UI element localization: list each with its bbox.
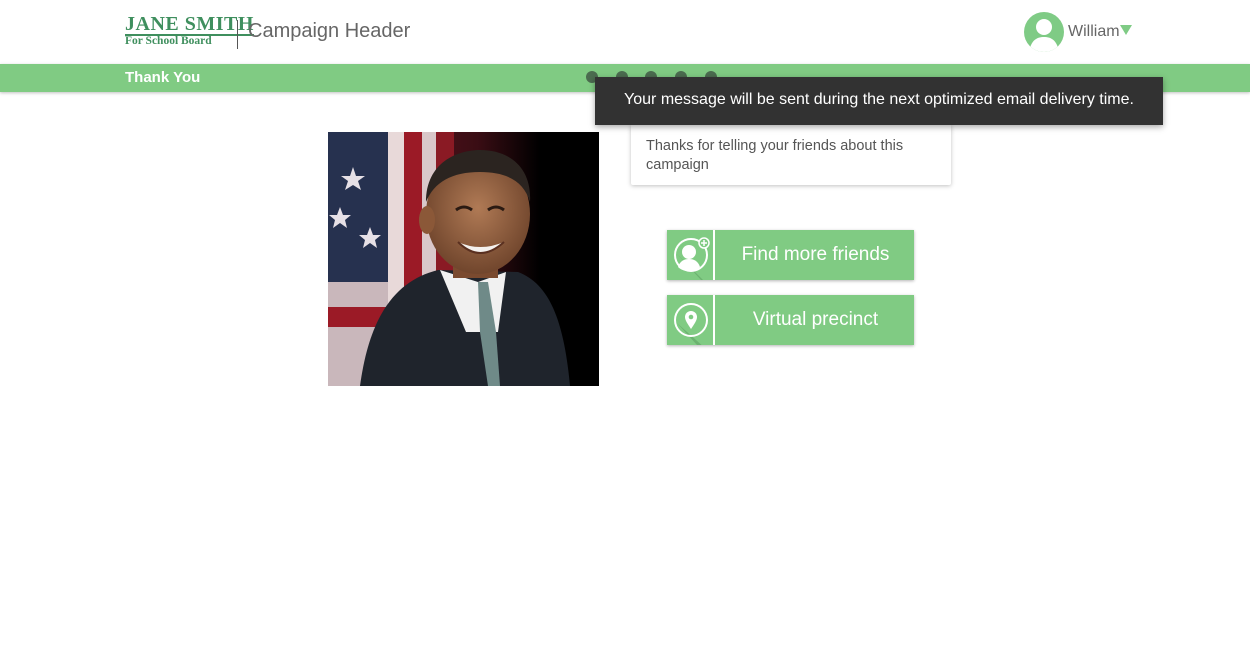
thanks-card: Thanks for telling your friends about th… xyxy=(631,124,951,185)
toast-message: Your message will be sent during the nex… xyxy=(624,91,1134,108)
find-more-friends-button[interactable]: Find more friends xyxy=(667,230,914,280)
user-silhouette-icon xyxy=(1029,19,1059,52)
avatar[interactable] xyxy=(1024,12,1064,52)
campaign-logo[interactable]: JANE SMITH For School Board xyxy=(125,14,254,50)
virtual-precinct-label: Virtual precinct xyxy=(752,309,879,330)
candidate-photo xyxy=(328,132,599,386)
logo-name: JANE SMITH xyxy=(125,13,254,36)
step-label: Thank You xyxy=(125,69,201,86)
toast-notification: Your message will be sent during the nex… xyxy=(595,77,1163,125)
virtual-precinct-button[interactable]: Virtual precinct xyxy=(667,295,914,345)
find-more-friends-label: Find more friends xyxy=(741,244,890,265)
logo-subtitle: For School Board xyxy=(125,35,212,47)
user-name[interactable]: William xyxy=(1068,23,1120,41)
add-friend-icon xyxy=(667,230,715,280)
app-header: JANE SMITH For School Board Campaign Hea… xyxy=(0,0,1250,64)
page-title: Campaign Header xyxy=(248,20,411,42)
header-divider xyxy=(237,20,238,49)
thanks-message: Thanks for telling your friends about th… xyxy=(646,138,904,173)
map-pin-icon xyxy=(667,295,715,345)
chevron-down-icon[interactable] xyxy=(1120,25,1132,35)
